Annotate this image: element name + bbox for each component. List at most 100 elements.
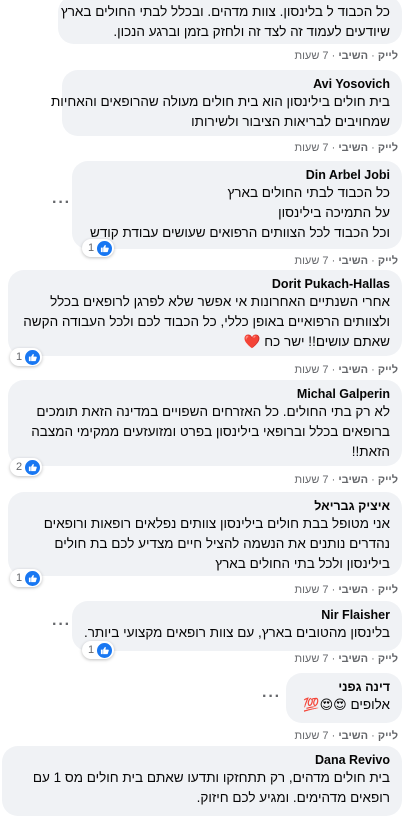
heart-emoji: ❤️ [243,334,261,349]
comment-author[interactable]: Nir Flaisher [84,607,390,623]
comment-line: שאתם עושים!! ישר כח ❤️ [243,334,390,349]
comment-bubble: Nir Flaisher בלינסון מהטובים בארץ, עם צו… [72,601,402,651]
timestamp[interactable]: 7 שעות [294,584,328,596]
comment-bubble: Avi Yosovich בית חולים בילינסון הוא בית … [50,70,402,136]
like-link[interactable]: לייק [378,474,398,486]
like-reaction-icon [97,642,113,658]
like-link[interactable]: לייק [378,50,398,62]
like-link[interactable]: לייק [378,730,398,742]
comment-line: על התמיכה בילינסון [278,205,390,220]
comment-text: אלופים 😍😍💯 [298,695,390,715]
more-options-icon[interactable]: ··· [52,195,71,211]
like-reaction-icon [97,240,113,256]
comment-bubble: כל הכבוד ל בלינסון. צוות מדהים. ובכלל לב… [58,0,402,44]
comment-actions: לייק · השיבי · 7 שעות [294,364,398,376]
comment-text: בלינסון מהטובים בארץ, עם צוות רופאים מקצ… [84,623,390,643]
comment-author[interactable]: איציק גבריאל [20,498,390,514]
timestamp[interactable]: 7 שעות [294,364,328,376]
timestamp[interactable]: 7 שעות [294,730,328,742]
reply-link[interactable]: השיבי [338,364,368,376]
comment-author[interactable]: Dorit Pukach-Hallas [20,276,390,292]
comment-line: לא רק בתי החולים. כל האזרחים השפויים במד… [36,404,390,419]
comment-actions: לייק · השיבי · 7 שעות [294,653,398,665]
comment-line: אלופים 😍😍💯 [303,697,390,712]
comment-line: בילינסון ולכל בתי החולים בארץ [215,556,390,571]
comment-line: בלינסון מהטובים בארץ, עם צוות רופאים מקצ… [83,625,390,640]
reply-link[interactable]: השיבי [338,474,368,486]
reaction-number: 1 [16,351,23,363]
timestamp[interactable]: 7 שעות [294,653,328,665]
comment-author[interactable]: Din Arbel Jobi [84,167,390,183]
more-options-icon[interactable]: ··· [52,617,71,633]
like-link[interactable]: לייק [378,653,398,665]
comment-line: וכל הכבוד לכל הצוותים הרפואים שעושים עבו… [89,225,390,240]
like-link[interactable]: לייק [378,364,398,376]
reaction-count[interactable]: 1 [82,641,115,659]
reaction-number: 1 [88,242,95,254]
reaction-count[interactable]: 1 [82,239,115,257]
reply-link[interactable]: השיבי [338,255,368,267]
reply-link[interactable]: השיבי [338,653,368,665]
comment-author[interactable]: Michal Galperin [20,386,390,402]
reply-link[interactable]: השיבי [338,730,368,742]
comment-bubble: איציק גבריאל אני מטופל בבת חולים בילינסו… [8,492,402,576]
comment-line: רופאים מדהימים. ומגיע לכם חיזוק. [196,790,390,805]
comment-actions: לייק · השיבי · 7 שעות [294,255,398,267]
comment-actions: לייק · השיבי · 7 שעות [294,142,398,154]
comment-line: ברופאים בכלל וברופאי בילינסון בפרט ומזוע… [31,424,390,439]
comment-actions: לייק · השיבי · 7 שעות [294,474,398,486]
comment-line: כל הכבוד ל בלינסון. צוות מדהים. ובכלל לב… [60,4,390,19]
timestamp[interactable]: 7 שעות [294,474,328,486]
reaction-count[interactable]: 2 [10,458,43,476]
like-link[interactable]: לייק [378,584,398,596]
like-reaction-icon [25,349,41,365]
comment-bubble: Din Arbel Jobi כל הכבוד לבתי החולים בארץ… [72,161,402,249]
comment-actions: לייק · השיבי · 7 שעות [294,50,398,62]
comment-line: ולצוותים הרפואיים באופן כללי, כל הכבוד ל… [23,314,390,329]
comment-line: בית חולים מדהים, רק תתחזקו ותדעו שאתם בי… [32,770,390,785]
comment-author[interactable]: דינה גפני [298,679,390,695]
timestamp[interactable]: 7 שעות [294,255,328,267]
comment-bubble: Dana Revivo בית חולים מדהים, רק תתחזקו ו… [2,746,402,816]
comment-bubble: Dorit Pukach-Hallas אחרי השנתיים האחרונו… [8,270,402,356]
reaction-count[interactable]: 1 [10,569,43,587]
comment-line: אחרי השנתיים האחרונות אי אפשר שלא לפרגן … [50,294,390,309]
like-reaction-icon [25,570,41,586]
reply-link[interactable]: השיבי [338,50,368,62]
reaction-count[interactable]: 1 [10,348,43,366]
heart-eyes-emoji: 😍 [319,697,334,712]
comment-line: נהדרים נותנים את הנשמה להציל חיים מצדיע … [54,536,390,551]
heart-eyes-emoji: 😍 [333,697,347,712]
like-reaction-icon [25,459,41,475]
comment-text: אני מטופל בבת חולים בילינסון צוותים נפלא… [20,514,390,574]
comment-line: שמחויבים לבריאות הציבור ולשירותו [191,114,390,129]
hundred-emoji: 💯 [303,697,320,712]
comment-bubble: דינה גפני אלופים 😍😍💯 [286,673,402,723]
comment-text: אחרי השנתיים האחרונות אי אפשר שלא לפרגן … [20,292,390,352]
reply-link[interactable]: השיבי [338,142,368,154]
timestamp[interactable]: 7 שעות [294,50,328,62]
timestamp[interactable]: 7 שעות [294,142,328,154]
comment-author[interactable]: Avi Yosovich [74,76,390,92]
reply-link[interactable]: השיבי [338,584,368,596]
comment-actions: לייק · השיבי · 7 שעות [294,584,398,596]
like-link[interactable]: לייק [378,255,398,267]
comment-line: כל הכבוד לבתי החולים בארץ [227,185,390,200]
comment-line: שיודעים לעמוד זה לצד זה ולחזק בזמן וברגע… [113,24,390,39]
comment-line: הזאת!! [351,444,390,459]
comment-author[interactable]: Dana Revivo [14,752,390,768]
like-link[interactable]: לייק [378,142,398,154]
reaction-number: 1 [16,572,23,584]
more-options-icon[interactable]: ··· [262,689,281,705]
comment-text: כל הכבוד לבתי החולים בארץ על התמיכה בילי… [84,183,390,243]
comment-bubble: Michal Galperin לא רק בתי החולים. כל האז… [8,380,402,466]
reaction-number: 1 [88,644,95,656]
comment-line: אני מטופל בבת חולים בילינסון צוותים נפלא… [43,516,390,531]
reaction-number: 2 [16,461,23,473]
comment-text: כל הכבוד ל בלינסון. צוות מדהים. ובכלל לב… [60,2,390,42]
comment-text: לא רק בתי החולים. כל האזרחים השפויים במד… [20,402,390,462]
comment-text: בית חולים מדהים, רק תתחזקו ותדעו שאתם בי… [14,768,390,808]
comment-line: בית חולים בילינסון הוא בית חולים מעולה ש… [50,94,390,109]
comment-text: בית חולים בילינסון הוא בית חולים מעולה ש… [50,92,390,132]
comment-actions: לייק · השיבי · 7 שעות [294,730,398,742]
